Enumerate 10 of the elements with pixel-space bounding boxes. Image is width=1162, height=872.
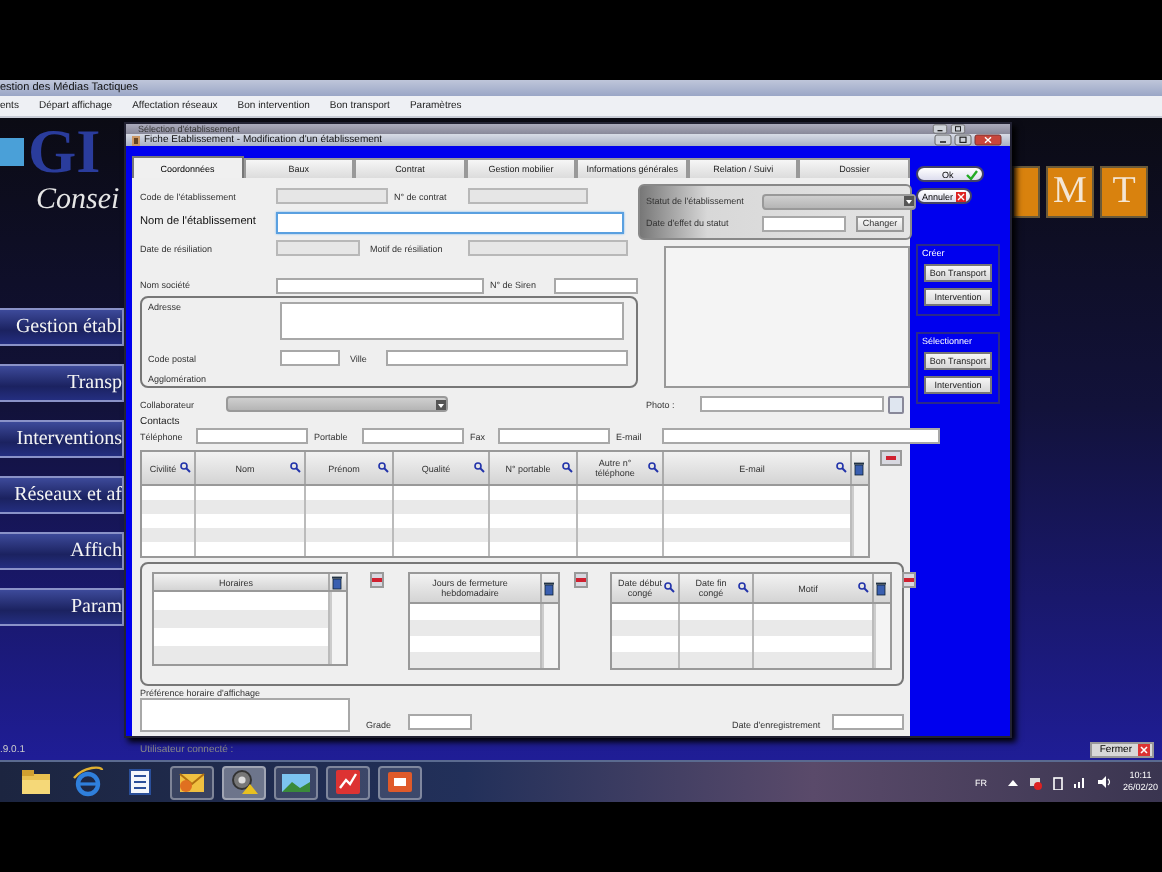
nav-button[interactable]: Réseaux et af [0, 476, 124, 514]
nav-button[interactable]: Gestion établ [0, 308, 124, 346]
logo-text: GI [28, 126, 101, 178]
logo-tile: M [1046, 166, 1094, 218]
nav-button[interactable]: Transp [0, 364, 124, 402]
nav-button[interactable]: Param [0, 588, 124, 626]
nav-button[interactable]: Interventions [0, 420, 124, 458]
logo-tile: T [1100, 166, 1148, 218]
nav-button[interactable]: Affich [0, 532, 124, 570]
logo-tagline: Consei [36, 182, 122, 220]
